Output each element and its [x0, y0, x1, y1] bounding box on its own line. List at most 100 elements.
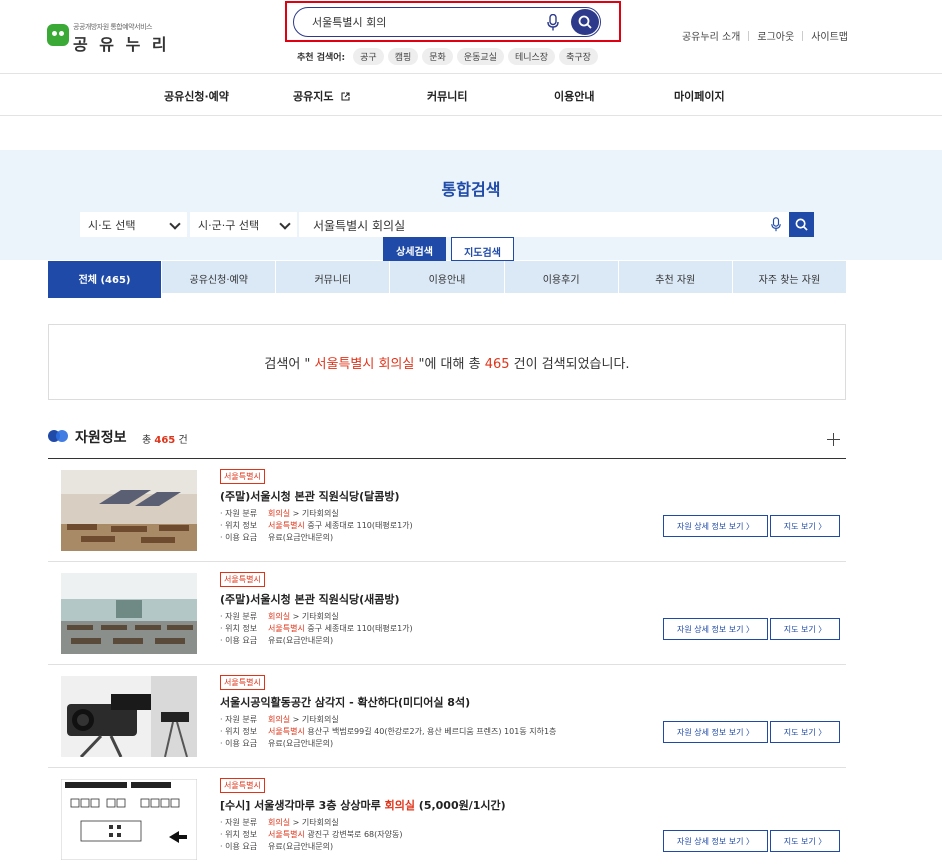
tab-detail-search[interactable]: 상세검색	[383, 237, 446, 261]
util-link-about[interactable]: 공유누리 소개	[682, 28, 740, 43]
tab-recommended[interactable]: 추천 자원	[618, 261, 733, 293]
meta-label: · 자원 분류	[220, 509, 258, 518]
resource-detail-button[interactable]: 자원 상세 정보 보기 〉	[663, 618, 768, 640]
meta-fee: · 이용 요금 유료(요금안내문의)	[220, 635, 333, 646]
region-tag: 서울특별시	[220, 469, 265, 484]
result-title[interactable]: (주말)서울시청 본관 직원식당(새콤방)	[220, 591, 400, 607]
resource-detail-button[interactable]: 자원 상세 정보 보기 〉	[663, 515, 768, 537]
meta-value: > 기타회의실	[290, 715, 339, 724]
nav-item-mypage[interactable]: 마이페이지	[674, 88, 725, 104]
meta-category: · 자원 분류 회의실 > 기타회의실	[220, 714, 339, 725]
title-part: [수시] 서울생각마루 3층 상상마루	[220, 799, 385, 812]
summary-suffix: 건이 검색되었습니다.	[509, 357, 630, 372]
summary-keyword: 서울특별시 회의실	[310, 357, 419, 372]
meta-label: · 위치 정보	[220, 727, 258, 736]
keyword-chip[interactable]: 축구장	[559, 47, 598, 65]
microphone-icon[interactable]	[771, 217, 781, 232]
meta-category: · 자원 분류 회의실 > 기타회의실	[220, 611, 339, 622]
result-title[interactable]: [수시] 서울생각마루 3층 상상마루 회의실 (5,000원/1시간)	[220, 797, 506, 813]
meta-location: · 위치 정보 서울특별시 광진구 강변북로 68(자양동)	[220, 829, 402, 840]
sigungu-select[interactable]: 시·군·구 선택	[190, 212, 297, 237]
integrated-search-panel: 통합검색 시·도 선택 시·군·구 선택 서울특별시 회의실 상세검색 지도검색	[0, 150, 942, 261]
map-view-button[interactable]: 지도 보기 〉	[770, 721, 840, 743]
tab-guide[interactable]: 이용안내	[390, 261, 505, 293]
resource-detail-button[interactable]: 자원 상세 정보 보기 〉	[663, 830, 768, 852]
nav-item-guide[interactable]: 이용안내	[554, 88, 594, 104]
meta-category: · 자원 분류 회의실 > 기타회의실	[220, 817, 339, 828]
nav-item-map[interactable]: 공유지도	[293, 88, 350, 104]
result-item: 서울특별시 (주말)서울시청 본관 직원식당(달콤방) · 자원 분류 회의실 >…	[48, 459, 846, 562]
meta-label: · 자원 분류	[220, 715, 258, 724]
divider	[748, 30, 750, 41]
integrated-search-button[interactable]	[789, 212, 814, 237]
summary-prefix: 검색어 "	[264, 357, 311, 372]
meta-value: 유료(요금안내문의)	[268, 533, 334, 542]
result-thumbnail[interactable]	[61, 676, 197, 757]
map-view-button[interactable]: 지도 보기 〉	[770, 830, 840, 852]
keyword-chip[interactable]: 캠핑	[387, 47, 419, 65]
resource-detail-button[interactable]: 자원 상세 정보 보기 〉	[663, 721, 768, 743]
tab-reviews[interactable]: 이용후기	[504, 261, 619, 293]
meta-value: 용산구 백범로99길 40(한강로2가, 용산 베르디움 프렌즈) 101동 지…	[304, 727, 557, 736]
result-item: 서울특별시 (주말)서울시청 본관 직원식당(새콤방) · 자원 분류 회의실 >…	[48, 562, 846, 665]
meta-location: · 위치 정보 서울특별시 중구 세종대로 110(태평로1가)	[220, 623, 413, 634]
meta-value: 유료(요금안내문의)	[268, 739, 334, 748]
tab-community[interactable]: 커뮤니티	[276, 261, 391, 293]
map-view-button[interactable]: 지도 보기 〉	[770, 618, 840, 640]
meta-hl: 서울특별시	[268, 830, 305, 839]
chevron-down-icon	[169, 218, 181, 230]
result-item: 서울특별시 [수시] 서울생각마루 3층 상상마루 회의실 (5,000원/1시…	[48, 768, 846, 865]
meta-hl: 회의실	[268, 509, 291, 518]
meta-hl: 서울특별시	[268, 624, 305, 633]
region-tag: 서울특별시	[220, 675, 265, 690]
search-icon	[578, 15, 592, 29]
meta-category: · 자원 분류 회의실 > 기타회의실	[220, 508, 339, 519]
result-title[interactable]: (주말)서울시청 본관 직원식당(달콤방)	[220, 488, 400, 504]
count-suffix: 건	[178, 435, 188, 446]
tab-map-search[interactable]: 지도검색	[451, 237, 514, 261]
site-header: 공공개방자원 통합예약서비스 공 유 누 리 추천 검색어: 공구 캠핑 문화 …	[0, 0, 942, 74]
tab-reservation[interactable]: 공유신청·예약	[162, 261, 277, 293]
keyword-chip[interactable]: 문화	[422, 47, 453, 65]
result-thumbnail[interactable]	[61, 573, 197, 654]
summary-count: 465	[484, 357, 510, 372]
category-tabs: 전체 (465) 공유신청·예약 커뮤니티 이용안내 이용후기 추천 자원 자주…	[48, 261, 846, 298]
nav-item-community[interactable]: 커뮤니티	[427, 88, 467, 104]
nav-item-reservation[interactable]: 공유신청·예약	[164, 88, 229, 104]
section-count: 총 465 건	[142, 431, 188, 446]
header-search-input[interactable]	[312, 13, 537, 31]
search-icon	[795, 218, 808, 231]
region-tag: 서울특별시	[220, 572, 265, 587]
keyword-chip[interactable]: 공구	[353, 47, 384, 65]
meta-label: · 이용 요금	[220, 533, 258, 542]
util-link-sitemap[interactable]: 사이트맵	[811, 28, 848, 43]
meta-label: · 이용 요금	[220, 842, 258, 851]
result-title[interactable]: 서울시공익활동공간 삼각지 - 확산하다(미디어실 8석)	[220, 694, 470, 710]
tab-frequent[interactable]: 자주 찾는 자원	[732, 261, 846, 293]
util-link-logout[interactable]: 로그아웃	[757, 28, 794, 43]
external-link-icon	[341, 92, 350, 101]
meta-value: 유료(요금안내문의)	[268, 636, 334, 645]
section-title: 자원정보	[75, 430, 127, 446]
logo-title: 공 유 누 리	[73, 35, 170, 54]
result-thumbnail[interactable]	[61, 470, 197, 551]
meta-hl: 서울특별시	[268, 727, 305, 736]
keyword-chip[interactable]: 테니스장	[507, 47, 556, 65]
map-view-button[interactable]: 지도 보기 〉	[770, 515, 840, 537]
integrated-search-input[interactable]: 서울특별시 회의실	[299, 212, 789, 237]
meta-label: · 이용 요금	[220, 636, 258, 645]
header-search-button[interactable]	[571, 9, 599, 35]
meta-value: 중구 세종대로 110(태평로1가)	[304, 521, 413, 530]
meta-value: 광진구 강변북로 68(자양동)	[304, 830, 403, 839]
keyword-chip[interactable]: 운동교실	[456, 47, 504, 65]
meta-hl: 회의실	[268, 715, 291, 724]
sido-select[interactable]: 시·도 선택	[80, 212, 187, 237]
region-tag: 서울특별시	[220, 778, 265, 793]
meta-label: · 위치 정보	[220, 830, 258, 839]
tab-all[interactable]: 전체 (465)	[48, 261, 163, 298]
site-logo[interactable]: 공공개방자원 통합예약서비스 공 유 누 리	[47, 22, 170, 54]
microphone-icon[interactable]	[547, 14, 559, 31]
result-item: 서울특별시 서울시공익활동공간 삼각지 - 확산하다(미디어실 8석) · 자원…	[48, 665, 846, 768]
result-thumbnail[interactable]	[61, 779, 197, 860]
more-plus-icon[interactable]	[827, 433, 840, 446]
